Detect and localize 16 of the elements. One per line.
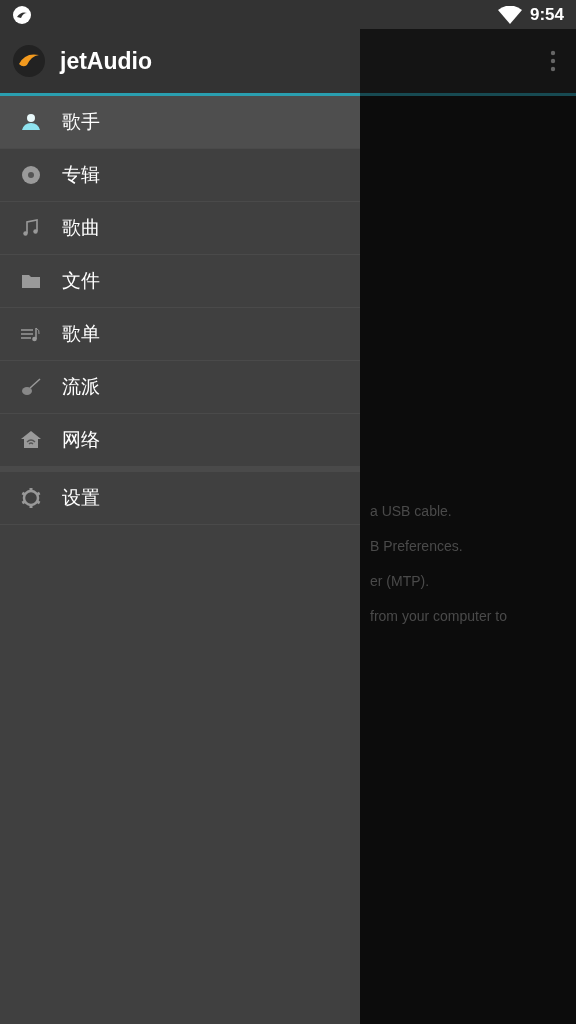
instruction-text: a USB cable.: [370, 503, 453, 519]
disc-icon: [20, 164, 42, 186]
app-logo-icon: [12, 4, 32, 25]
app-logo-icon: [12, 44, 46, 78]
more-icon[interactable]: [550, 50, 556, 72]
drawer-item[interactable]: 歌手: [0, 96, 360, 149]
wifi-icon: [497, 5, 522, 24]
instruction-text: er (MTP).: [370, 573, 431, 589]
settings-icon: [20, 487, 42, 509]
status-time: 9:54: [529, 4, 564, 25]
instruction-text: from your computer to: [370, 608, 508, 624]
home-wifi-icon: [20, 429, 42, 451]
app-name: jetAudio: [60, 47, 152, 75]
person-icon: [20, 111, 42, 133]
instruction-text: B Preferences.: [370, 538, 464, 554]
guitar-icon: [20, 376, 42, 398]
